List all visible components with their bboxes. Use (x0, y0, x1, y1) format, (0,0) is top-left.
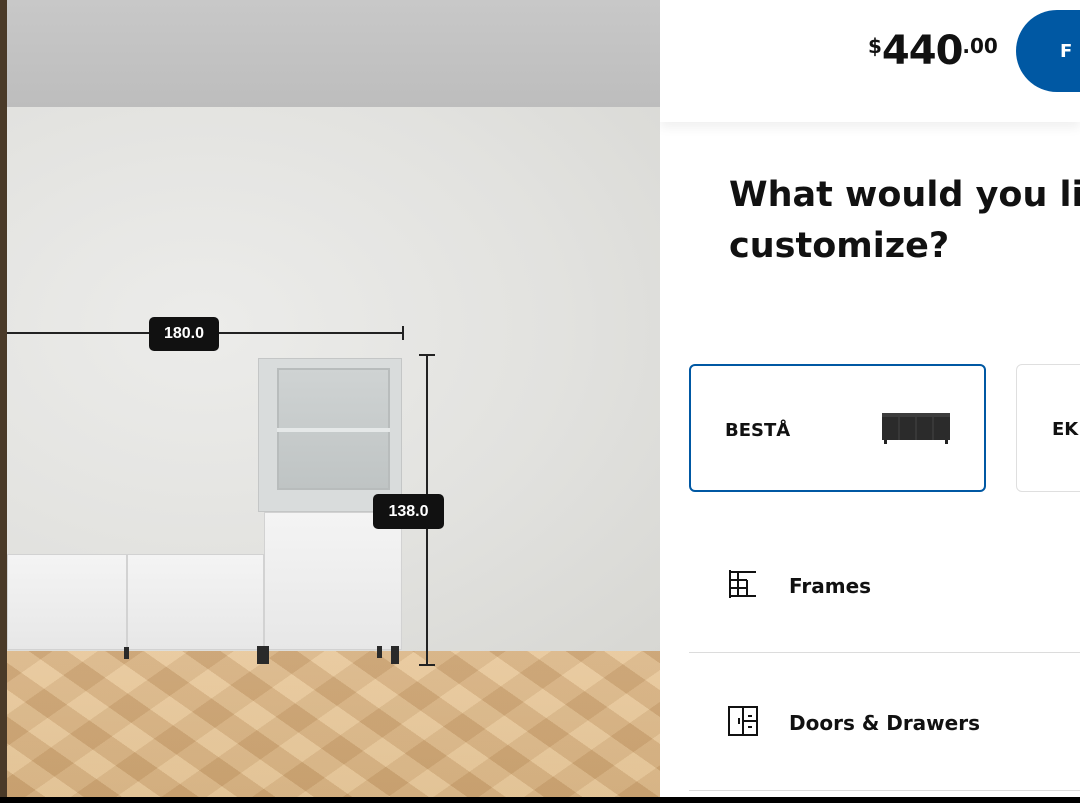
menu-item-label: Doors & Drawers (789, 711, 980, 735)
menu-item-frames[interactable]: Frames (689, 525, 1080, 645)
heading-line-1: What would you lik (729, 175, 1080, 215)
ceiling (7, 0, 660, 107)
low-cabinet-2[interactable] (127, 554, 264, 650)
total-price: $440.00 (868, 28, 998, 74)
menu-item-doors-drawers[interactable]: Doors & Drawers (689, 662, 1080, 782)
cabinet-leg (391, 646, 399, 664)
planner-3d-view[interactable]: 180.0 138.0 (0, 0, 660, 797)
low-cabinet-1[interactable] (7, 554, 127, 650)
height-dimension-label: 138.0 (373, 494, 444, 529)
customize-heading: What would you lik customize? (729, 170, 1080, 272)
series-name: BESTÅ (725, 420, 791, 441)
cabinet-leg (257, 646, 269, 664)
price-integer: 440 (881, 28, 963, 74)
series-card-ek[interactable]: EK (1016, 364, 1080, 492)
primary-action-button[interactable]: F (1016, 10, 1080, 92)
width-dimension-label: 180.0 (149, 317, 219, 351)
doors-drawers-icon (728, 706, 758, 736)
tall-cabinet-base[interactable] (264, 512, 402, 650)
tv-bench-thumbnail-icon (882, 413, 950, 444)
price-currency: $ (868, 34, 882, 58)
cabinet-leg (377, 646, 382, 658)
menu-divider (689, 652, 1080, 653)
glass-shelf (277, 428, 390, 432)
scene-left-edge (0, 0, 7, 797)
primary-action-label: F (1060, 40, 1073, 62)
price-bar: $440.00 F (660, 0, 1080, 122)
cabinet-leg (124, 647, 129, 659)
width-dimension-tick (402, 326, 404, 340)
height-dimension-tick-bottom (419, 664, 435, 666)
heading-line-2: customize? (729, 226, 950, 266)
menu-item-label: Frames (789, 574, 872, 598)
customize-panel: $440.00 F What would you lik customize? … (660, 0, 1080, 797)
height-dimension-tick-top (419, 354, 435, 356)
frames-icon (729, 570, 756, 598)
series-name: EK (1052, 419, 1079, 440)
series-card-besta[interactable]: BESTÅ (689, 364, 986, 492)
price-decimal: .00 (962, 34, 998, 58)
menu-divider (689, 790, 1080, 791)
herringbone-floor (7, 651, 660, 797)
